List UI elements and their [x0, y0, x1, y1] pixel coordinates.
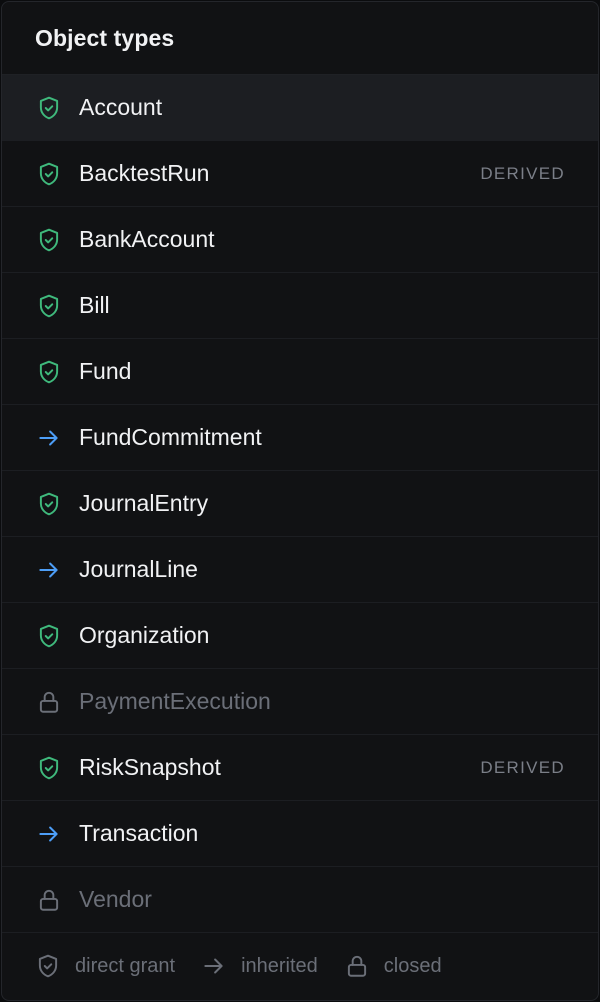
list-item[interactable]: JournalEntry: [2, 471, 598, 537]
list-item[interactable]: BankAccount: [2, 207, 598, 273]
shield-check-icon: [35, 754, 63, 782]
panel-title: Object types: [35, 24, 175, 51]
shield-check-icon: [35, 94, 63, 122]
arrow-right-icon: [35, 556, 63, 584]
legend-direct-grant: direct grant: [35, 953, 175, 979]
shield-check-icon: [35, 160, 63, 188]
lock-icon: [344, 953, 370, 979]
legend-direct-label: direct grant: [75, 954, 176, 977]
shield-check-icon: [35, 226, 63, 254]
list-item[interactable]: Account: [2, 75, 598, 141]
shield-icon: [35, 953, 61, 979]
list-item[interactable]: BacktestRun DERIVED: [2, 141, 598, 207]
legend-closed: closed: [344, 953, 442, 979]
object-types-panel: Object types Account BacktestRun DERIVED …: [1, 1, 599, 1001]
item-label: BankAccount: [79, 226, 215, 252]
lock-icon: [35, 688, 63, 716]
legend-inherited: inherited: [201, 953, 318, 979]
item-label: Bill: [79, 292, 110, 318]
lock-icon: [35, 886, 63, 914]
derived-badge: DERIVED: [480, 163, 565, 183]
list-item[interactable]: RiskSnapshot DERIVED: [2, 735, 598, 801]
legend-inherited-label: inherited: [241, 954, 318, 977]
legend-closed-label: closed: [383, 954, 442, 977]
shield-check-icon: [35, 622, 63, 650]
list-item[interactable]: Vendor: [2, 867, 598, 933]
list-item[interactable]: Transaction: [2, 801, 598, 867]
item-label: JournalEntry: [79, 490, 209, 516]
object-type-list: Account BacktestRun DERIVED BankAccount B…: [2, 75, 598, 933]
item-label: Organization: [79, 622, 210, 648]
panel-header: Object types: [2, 2, 598, 75]
arrow-right-icon: [201, 953, 227, 979]
arrow-right-icon: [35, 424, 63, 452]
item-label: Fund: [79, 358, 132, 384]
item-label: PaymentExecution: [79, 688, 271, 714]
list-item[interactable]: Fund: [2, 339, 598, 405]
item-label: Transaction: [79, 820, 199, 846]
item-label: Vendor: [79, 886, 152, 912]
shield-check-icon: [35, 490, 63, 518]
list-item[interactable]: Bill: [2, 273, 598, 339]
item-label: FundCommitment: [79, 424, 262, 450]
item-label: Account: [79, 94, 163, 120]
derived-badge: DERIVED: [480, 757, 565, 777]
shield-check-icon: [35, 292, 63, 320]
item-label: BacktestRun: [79, 160, 210, 186]
item-label: JournalLine: [79, 556, 198, 582]
item-label: RiskSnapshot: [79, 754, 221, 780]
legend: direct grant inherited closed: [2, 933, 598, 999]
shield-check-icon: [35, 358, 63, 386]
list-item[interactable]: JournalLine: [2, 537, 598, 603]
list-item[interactable]: FundCommitment: [2, 405, 598, 471]
arrow-right-icon: [35, 820, 63, 848]
list-item[interactable]: Organization: [2, 603, 598, 669]
list-item[interactable]: PaymentExecution: [2, 669, 598, 735]
